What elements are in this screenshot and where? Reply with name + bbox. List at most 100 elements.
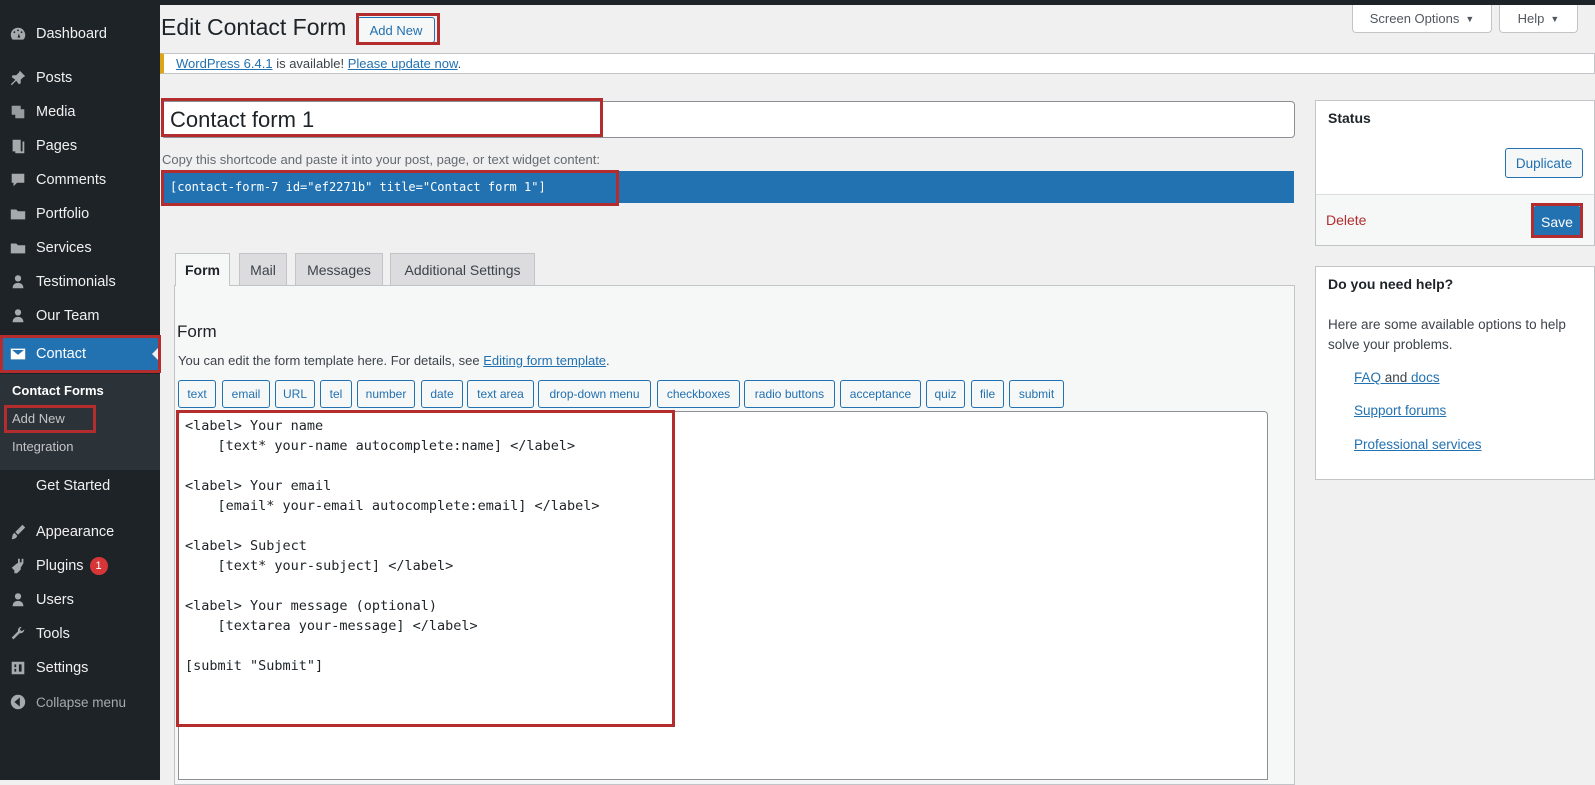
comment-icon [0,171,36,189]
screen-options-label: Screen Options [1369,11,1460,26]
sidebar-item-services[interactable]: Services [0,231,160,265]
plugins-update-badge: 1 [89,557,108,575]
code-line: <label> Subject [185,538,307,554]
tag-button-date[interactable]: date [421,380,463,408]
panel-description: You can edit the form template here. For… [178,353,610,368]
tag-button-email[interactable]: email [222,380,270,408]
caret-down-icon: ▼ [1550,13,1560,24]
sidebar-item-comments[interactable]: Comments [0,163,160,197]
code-line: [email* your-email autocomplete:email] <… [185,498,600,514]
person-icon [0,307,36,325]
tab-mail[interactable]: Mail [239,253,287,285]
form-title-input[interactable] [161,101,1295,138]
tag-button-dropdown[interactable]: drop-down menu [538,380,651,408]
sidebar-item-users[interactable]: Users [0,583,160,617]
sidebar-item-label: Settings [36,660,89,676]
code-line: <label> Your name [185,418,324,434]
tag-button-quiz[interactable]: quiz [926,380,965,408]
sidebar-item-label: Portfolio [36,206,90,222]
sidebar-item-label: Pages [36,138,78,154]
dashboard-icon [0,25,36,43]
sidebar-item-settings[interactable]: Settings [0,651,160,685]
sidebar-item-plugins[interactable]: Plugins 1 [0,549,160,583]
sidebar-item-label: Users [36,592,74,608]
submenu-contact-forms[interactable]: Contact Forms [12,383,104,398]
person-icon [0,591,36,609]
sidebar-item-tools[interactable]: Tools [0,617,160,651]
tag-button-acceptance[interactable]: acceptance [840,380,921,408]
sidebar-item-posts[interactable]: Posts [0,61,160,95]
tag-button-checkboxes[interactable]: checkboxes [657,380,740,408]
tab-additional-settings[interactable]: Additional Settings [390,253,535,285]
tag-button-radio[interactable]: radio buttons [744,380,835,408]
person-icon [0,273,36,291]
notice-text: is available! [272,56,348,71]
form-template-editor[interactable] [178,411,1268,780]
shortcode-field[interactable]: [contact-form-7 id="ef2271b" title="Cont… [162,171,1294,203]
faq-docs-line: FAQ and docs [1354,370,1440,385]
sidebar-item-label: Collapse menu [36,694,127,710]
duplicate-button[interactable]: Duplicate [1505,148,1583,178]
update-now-link[interactable]: Please update now [348,56,458,71]
tag-button-text[interactable]: text [178,380,216,408]
sidebar-item-label: Appearance [36,524,115,540]
folder-icon [0,205,36,223]
sidebar-item-label: Tools [36,626,70,642]
media-icon [0,103,36,121]
help-title: Do you need help? [1328,276,1454,292]
professional-services-link[interactable]: Professional services [1354,437,1482,452]
sidebar-item-get-started[interactable]: Get Started [0,469,160,503]
code-line: <label> Your email [185,478,332,494]
sidebar-item-contact[interactable]: Contact [0,337,160,371]
sidebar-item-testimonials[interactable]: Testimonials [0,265,160,299]
and-text: and [1381,370,1412,385]
tag-button-textarea[interactable]: text area [467,380,534,408]
tag-button-file[interactable]: file [971,380,1004,408]
screen-options-button[interactable]: Screen Options ▼ [1352,5,1492,33]
submenu-add-new[interactable]: Add New [12,411,65,426]
collapse-icon [0,693,36,711]
status-title: Status [1328,110,1371,126]
sidebar-item-label: Comments [36,172,107,188]
tag-button-url[interactable]: URL [275,380,315,408]
faq-link[interactable]: FAQ [1354,370,1381,385]
sidebar-item-label: Get Started [36,478,111,494]
contact-submenu: Contact Forms Add New Integration [0,374,160,470]
sidebar-item-dashboard[interactable]: Dashboard [0,17,160,51]
sidebar-item-label: Posts [36,70,73,86]
brush-icon [0,523,36,541]
code-line: [textarea your-message] </label> [185,618,478,634]
add-new-button[interactable]: Add New [357,17,435,43]
sidebar-item-media[interactable]: Media [0,95,160,129]
tab-messages[interactable]: Messages [295,253,383,285]
caret-down-icon: ▼ [1465,13,1475,24]
tag-button-submit[interactable]: submit [1009,380,1064,408]
support-forums-link[interactable]: Support forums [1354,403,1446,418]
notice-end: . [457,56,462,71]
admin-sidebar: Dashboard Posts Media Pages Comments Por… [0,0,160,780]
help-text: Here are some available options to help … [1328,317,1566,352]
tag-button-number[interactable]: number [357,380,415,408]
editing-form-template-link[interactable]: Editing form template [483,353,606,368]
wordpress-version-link[interactable]: WordPress 6.4.1 [176,56,273,71]
sidebar-item-our-team[interactable]: Our Team [0,299,160,333]
collapse-menu-button[interactable]: Collapse menu [0,685,160,719]
sidebar-item-portfolio[interactable]: Portfolio [0,197,160,231]
submenu-integration[interactable]: Integration [12,439,73,454]
help-button[interactable]: Help ▼ [1499,5,1578,33]
save-button[interactable]: Save [1533,206,1581,237]
delete-link[interactable]: Delete [1326,212,1366,228]
wrench-icon [0,625,36,643]
sidebar-item-pages[interactable]: Pages [0,129,160,163]
page-title: Edit Contact Form [161,14,347,40]
sidebar-item-appearance[interactable]: Appearance [0,515,160,549]
sidebar-item-label: Our Team [36,308,100,324]
code-line: [text* your-name autocomplete:name] </la… [185,438,576,454]
help-label: Help [1517,11,1545,26]
pages-icon [0,137,36,155]
tag-button-tel[interactable]: tel [320,380,352,408]
panel-desc-text: You can edit the form template here. For… [178,353,484,368]
tab-form[interactable]: Form [175,253,230,286]
sidebar-item-label: Dashboard [36,26,107,42]
docs-link[interactable]: docs [1411,370,1440,385]
